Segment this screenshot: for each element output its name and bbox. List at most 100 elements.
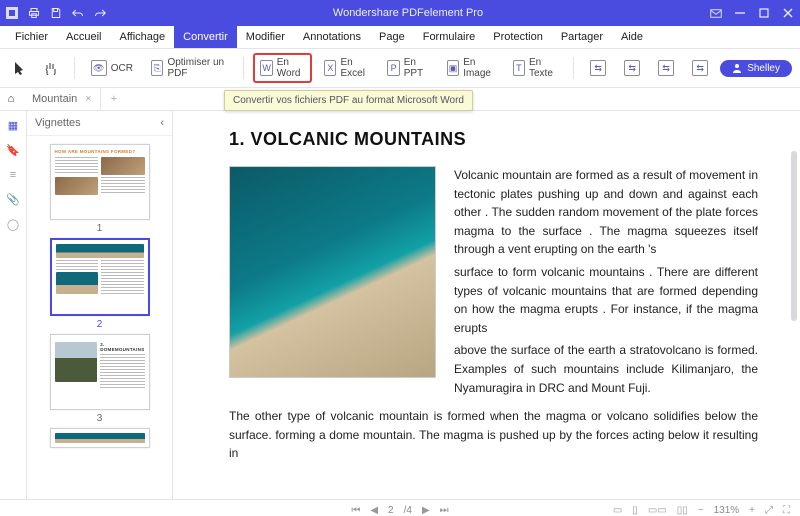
to-word-tooltip: Convertir vos fichiers PDF au format Mic…: [224, 90, 473, 111]
to-excel-button[interactable]: XEn Excel: [318, 54, 375, 82]
image-icon: ▣: [447, 60, 459, 76]
fit-width-icon[interactable]: ⤢: [765, 505, 773, 516]
thumbnail-page-3[interactable]: 2. DOMEMOUNTAINS 3: [50, 334, 150, 424]
last-page-icon[interactable]: ⏭: [440, 505, 449, 516]
page-current[interactable]: 2: [388, 505, 394, 516]
user-name: Shelley: [747, 63, 780, 74]
zoom-level[interactable]: 131%: [714, 505, 740, 516]
to-ppt-button[interactable]: PEn PPT: [381, 54, 434, 82]
menu-fichier[interactable]: Fichier: [6, 26, 57, 48]
word-icon: W: [260, 60, 272, 76]
paragraph: The other type of volcanic mountain is f…: [229, 407, 758, 463]
first-page-icon[interactable]: ⏮: [351, 505, 360, 516]
menu-page[interactable]: Page: [370, 26, 414, 48]
outline-panel-icon[interactable]: ≡: [10, 169, 16, 181]
thumbnail-page-2[interactable]: 2: [50, 238, 150, 330]
left-icon-strip: ▦ 🔖 ≡ 📎 ◯: [0, 111, 27, 499]
bookmarks-panel-icon[interactable]: 🔖: [6, 144, 20, 157]
view-single-icon[interactable]: ▭: [613, 505, 622, 516]
menu-accueil[interactable]: Accueil: [57, 26, 110, 48]
menu-formulaire[interactable]: Formulaire: [414, 26, 485, 48]
convert-extra-4-icon[interactable]: ⇆: [686, 57, 714, 79]
to-word-button[interactable]: WEn Word: [253, 53, 312, 83]
to-image-button[interactable]: ▣En Image: [441, 54, 501, 82]
page-content: 1. VOLCANIC MOUNTAINS Volcanic mountain …: [183, 111, 784, 499]
to-text-button[interactable]: TEn Texte: [507, 54, 564, 82]
menu-protection[interactable]: Protection: [484, 26, 552, 48]
menu-partager[interactable]: Partager: [552, 26, 612, 48]
fullscreen-icon[interactable]: ⛶: [783, 505, 790, 516]
menu-aide[interactable]: Aide: [612, 26, 652, 48]
zoom-out-icon[interactable]: −: [698, 505, 704, 516]
main-body: ▦ 🔖 ≡ 📎 ◯ Vignettes ‹ HOW ARE MOUNTAINS …: [0, 111, 800, 499]
zoom-group: ▭ ▯ ▭▭ ▯▯ − 131% + ⤢ ⛶: [613, 505, 790, 516]
new-tab-icon[interactable]: +: [105, 93, 123, 105]
next-page-icon[interactable]: ▶: [422, 505, 430, 516]
user-pill[interactable]: Shelley: [720, 60, 792, 77]
ribbon-toolbar: 👁OCR ⎘Optimiser un PDF WEn Word XEn Exce…: [0, 49, 800, 88]
prev-page-icon[interactable]: ◀: [370, 505, 378, 516]
separator: [74, 57, 75, 79]
ocr-button[interactable]: 👁OCR: [85, 57, 139, 79]
home-tab-icon[interactable]: ⌂: [2, 93, 20, 105]
undo-icon[interactable]: [72, 7, 84, 19]
menu-convertir[interactable]: Convertir: [174, 26, 237, 48]
hand-tool-icon[interactable]: [38, 58, 64, 78]
thumbnail-number: 3: [50, 413, 150, 424]
text-icon: T: [513, 60, 525, 76]
article-heading: 1. VOLCANIC MOUNTAINS: [229, 129, 758, 150]
excel-icon: X: [324, 60, 336, 76]
title-bar: Wondershare PDFelement Pro: [0, 0, 800, 26]
window-title: Wondershare PDFelement Pro: [106, 7, 710, 19]
thumbnail-page-1[interactable]: HOW ARE MOUNTAINS FORMED? 1: [50, 144, 150, 234]
maximize-icon[interactable]: [758, 7, 770, 19]
thumbnails-list: HOW ARE MOUNTAINS FORMED? 1 2 2. DOMEMOU…: [27, 136, 172, 499]
article-right-column: Volcanic mountain are formed as a result…: [454, 166, 758, 401]
status-bar: ⏮ ◀ 2/4 ▶ ⏭ ▭ ▯ ▭▭ ▯▯ − 131% + ⤢ ⛶: [0, 499, 800, 516]
article-image: [229, 166, 436, 378]
menu-annotations[interactable]: Annotations: [294, 26, 370, 48]
titlebar-right-icons: [710, 7, 794, 19]
document-tab[interactable]: Mountain ×: [24, 88, 101, 110]
save-icon[interactable]: [50, 7, 62, 19]
thumbnails-title: Vignettes: [35, 117, 81, 129]
page-nav-group: ⏮ ◀ 2/4 ▶ ⏭: [351, 505, 448, 516]
zoom-in-icon[interactable]: +: [749, 505, 755, 516]
user-icon: [732, 63, 742, 73]
thumbnail-number: 1: [50, 223, 150, 234]
paragraph: Volcanic mountain are formed as a result…: [454, 166, 758, 259]
view-facing-cont-icon[interactable]: ▯▯: [677, 505, 688, 516]
convert-extra-2-icon[interactable]: ⇆: [618, 57, 646, 79]
view-facing-icon[interactable]: ▭▭: [648, 505, 667, 516]
redo-icon[interactable]: [94, 7, 106, 19]
collapse-panel-icon[interactable]: ‹: [160, 117, 164, 129]
vertical-scrollbar[interactable]: [791, 151, 797, 321]
comments-panel-icon[interactable]: ◯: [7, 218, 19, 231]
menu-modifier[interactable]: Modifier: [237, 26, 294, 48]
attachments-panel-icon[interactable]: 📎: [6, 193, 20, 206]
view-continuous-icon[interactable]: ▯: [632, 505, 638, 516]
close-icon[interactable]: [782, 7, 794, 19]
mail-icon[interactable]: [710, 7, 722, 19]
menu-affichage[interactable]: Affichage: [110, 26, 174, 48]
convert-extra-1-icon[interactable]: ⇆: [584, 57, 612, 79]
thumbnails-panel-icon[interactable]: ▦: [8, 119, 18, 132]
minimize-icon[interactable]: [734, 7, 746, 19]
menu-bar: Fichier Accueil Affichage Convertir Modi…: [0, 26, 800, 49]
document-viewer[interactable]: 1. VOLCANIC MOUNTAINS Volcanic mountain …: [173, 111, 800, 499]
document-tab-title: Mountain: [32, 93, 77, 105]
convert-extra-3-icon[interactable]: ⇆: [652, 57, 680, 79]
print-icon[interactable]: [28, 7, 40, 19]
optimize-pdf-button[interactable]: ⎘Optimiser un PDF: [145, 54, 233, 82]
tab-close-icon[interactable]: ×: [85, 93, 91, 105]
optimize-icon: ⎘: [151, 60, 163, 76]
thumbnails-header: Vignettes ‹: [27, 111, 172, 136]
thumbnails-panel: Vignettes ‹ HOW ARE MOUNTAINS FORMED? 1 …: [27, 111, 173, 499]
separator: [573, 57, 574, 79]
thumbnail-page-4[interactable]: [50, 428, 150, 448]
ocr-icon: 👁: [91, 60, 107, 76]
separator: [243, 57, 244, 79]
ppt-icon: P: [387, 60, 399, 76]
paragraph: surface to form volcanic mountains . The…: [454, 263, 758, 337]
select-tool-icon[interactable]: [8, 58, 32, 78]
